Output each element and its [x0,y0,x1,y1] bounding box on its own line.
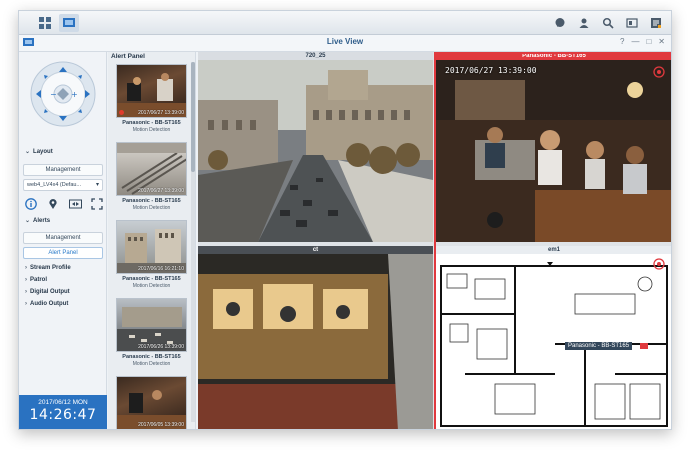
stream-profile-section[interactable]: › Stream Profile [25,265,71,271]
clock-time: 14:26:47 [29,407,97,423]
search-icon[interactable] [599,14,617,32]
layout-management-button[interactable]: Management [23,164,103,176]
camera-tile-em1[interactable]: em1 Panasonic - BB-ST165 [435,246,671,429]
camera-tile-title: em1 [435,246,671,254]
alerts-section-header[interactable]: ⌄ Alerts [25,217,51,225]
maximize-button[interactable]: □ [646,37,651,46]
camera-tile-title: 720_25 [198,52,433,60]
surveillance-app-icon[interactable] [59,14,79,32]
alert-thumbnail: 2017/06/27 13:39:00 [116,142,187,196]
alert-thumbnail: 2017/06/05 13:39:00 [116,376,187,429]
camera-tile-title: ct [198,246,433,254]
camera-grid: 720_25 Panasonic - BB-ST165 2017/06/27 1… [198,52,671,429]
record-target-icon [653,258,665,270]
alert-item[interactable]: 2017/06/27 13:39:00 Panasonic - BB-ST165… [116,142,187,211]
patrol-section[interactable]: › Patrol [25,277,47,283]
camera-overlay-timestamp: 2017/06/27 13:39:00 [445,66,537,75]
alert-timestamp: 2017/06/27 13:39:00 [138,188,184,194]
map-pin-icon[interactable] [46,197,60,211]
alerts-header-label: Alerts [33,217,51,224]
alert-panel-button[interactable]: Alert Panel [23,247,103,259]
alert-item[interactable]: 2017/06/26 13:39:00 Panasonic - BB-ST165… [116,298,187,367]
layout-section-header[interactable]: ⌄ Layout [25,148,53,156]
alert-timestamp: 2017/06/16 16:21:10 [138,266,184,272]
camera-marker-icon[interactable] [639,341,649,351]
ptz-control-pad[interactable]: − + [30,61,96,127]
camera-tile-panasonic[interactable]: Panasonic - BB-ST165 2017/06/27 13:39:00 [435,52,671,242]
alert-camera-name: Panasonic - BB-ST165 [122,276,181,282]
alert-event-type: Motion Detection [132,361,171,367]
alert-timestamp: 2017/06/27 13:39:00 [138,110,184,116]
alerts-management-button[interactable]: Management [23,232,103,244]
patrol-label: Patrol [30,277,48,283]
user-icon[interactable] [575,14,593,32]
clock-date: 2017/06/12 MON [38,399,88,406]
alert-camera-name: Panasonic - BB-ST165 [122,120,181,126]
camera-tile-title: Panasonic - BB-ST165 [435,52,671,60]
chevron-down-icon: ▾ [95,182,99,188]
alert-timestamp: 2017/06/26 13:39:00 [138,344,184,350]
svg-text:−: − [50,90,57,99]
alert-thumbnail: 2017/06/26 13:39:00 [116,298,187,352]
control-sidebar: − + ⌄ Layout Management web4_LV4x4 (Defau… [19,52,107,429]
alert-panel-title: Alert Panel [111,53,145,60]
alert-thumbnail: 2017/06/16 16:21:10 [116,220,187,274]
alert-event-type: Motion Detection [132,127,171,133]
alert-item[interactable]: 2017/06/16 16:21:10 Panasonic - BB-ST165… [116,220,187,289]
minimize-button[interactable]: — [631,37,639,46]
info-icon[interactable] [24,197,38,211]
camera-feed-office [198,254,433,429]
digital-output-label: Digital Output [30,289,70,295]
live-view-window: Live View ? — □ ✕ − + ⌄ Layout Management [18,10,672,430]
audio-output-section[interactable]: › Audio Output [25,301,68,307]
floor-plan-map [435,254,671,429]
notification-icon[interactable] [647,14,665,32]
alert-item[interactable]: 2017/06/27 13:39:00 Panasonic - BB-ST165… [116,64,187,133]
layout-header-label: Layout [33,148,53,155]
camera-feed-cafe [435,60,671,242]
alert-camera-name: Panasonic - BB-ST165 [122,354,181,360]
record-target-icon [653,66,665,78]
widgets-icon[interactable] [623,14,641,32]
audio-output-label: Audio Output [30,301,69,307]
digital-output-section[interactable]: › Digital Output [25,289,70,295]
layout-select[interactable]: web4_LV4x4 (Defau... ▾ [23,179,103,191]
stream-profile-label: Stream Profile [30,265,71,271]
fullscreen-icon[interactable] [90,197,104,211]
clock-widget: 2017/06/12 MON 14:26:47 [19,395,107,429]
alert-event-type: Motion Detection [132,283,171,289]
main-menu-icon[interactable] [35,14,55,32]
window-title: Live View [326,37,364,46]
alert-camera-name: Panasonic - BB-ST165 [122,198,181,204]
close-button[interactable]: ✕ [658,37,665,46]
alert-timestamp: 2017/06/05 13:39:00 [138,422,184,428]
camera-tile-ct[interactable]: ct [198,246,433,429]
alert-thumbnail: 2017/06/27 13:39:00 [116,64,187,118]
svg-text:+: + [71,90,78,99]
camera-tile-720-25[interactable]: 720_25 [198,52,433,242]
chat-icon[interactable] [551,14,569,32]
stream-switch-icon[interactable] [68,197,82,211]
camera-feed-street [198,60,433,242]
window-titlebar: Live View ? — □ ✕ [19,35,671,52]
taskbar [19,11,671,35]
alert-panel: Alert Panel 2017/06/27 13:39:00 Panasoni… [108,52,196,429]
alert-event-type: Motion Detection [132,205,171,211]
alert-panel-scrollbar[interactable] [191,62,195,422]
help-button[interactable]: ? [620,37,624,46]
layout-select-value: web4_LV4x4 (Defau... [27,182,82,188]
recording-indicator-icon [119,110,124,115]
scrollbar-thumb[interactable] [191,62,195,172]
camera-location-tag[interactable]: Panasonic - BB-ST165 [565,342,633,350]
alert-item[interactable]: 2017/06/05 13:39:00 [116,376,187,429]
